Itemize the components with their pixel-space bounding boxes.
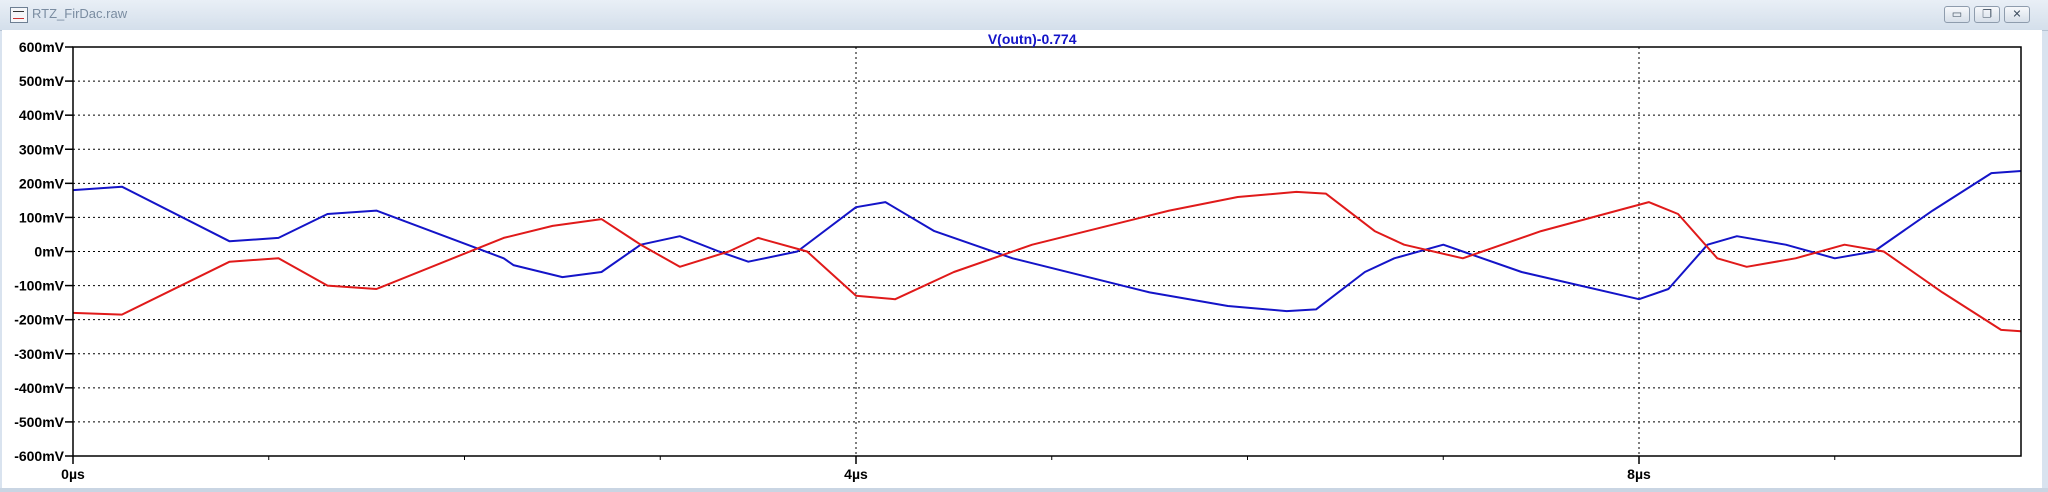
y-tick-label: -600mV — [14, 448, 64, 464]
minimize-button[interactable]: ▭ — [1944, 6, 1970, 23]
x-tick-label: 0µs — [61, 466, 85, 482]
close-icon: ✕ — [2012, 8, 2022, 20]
trace-label-outn: V(outn)-0.774 — [988, 31, 1077, 47]
x-tick-label: 8µs — [1627, 466, 1651, 482]
restore-icon: ❐ — [1982, 8, 1992, 20]
y-tick-label: -200mV — [14, 312, 64, 328]
y-tick-label: -500mV — [14, 414, 64, 430]
waveform-chart[interactable]: 600mV 500mV 400mV 300mV 200mV 100mV 0mV -100mV -… — [2, 30, 2042, 488]
title-bar[interactable]: RTZ_FirDac.raw ▭ ❐ ✕ — [0, 0, 2048, 31]
window-title: RTZ_FirDac.raw — [32, 6, 128, 21]
y-tick-label: -400mV — [14, 380, 64, 396]
close-button[interactable]: ✕ — [2004, 6, 2030, 23]
waveform-window: RTZ_FirDac.raw ▭ ❐ ✕ 600mV 500mV 400mV 300m… — [0, 0, 2048, 492]
y-tick-label: 600mV — [19, 39, 65, 55]
minimize-icon: ▭ — [1951, 8, 1963, 20]
plot-pane[interactable]: 600mV 500mV 400mV 300mV 200mV 100mV 0mV -100mV -… — [2, 30, 2042, 488]
y-tick-label: 0mV — [34, 244, 64, 260]
waveform-app-icon — [10, 7, 28, 23]
y-tick-label: -300mV — [14, 346, 64, 362]
y-tick-label: 500mV — [19, 73, 65, 89]
restore-button[interactable]: ❐ — [1974, 6, 2000, 23]
y-tick-label: 200mV — [19, 175, 65, 191]
y-tick-label: -100mV — [14, 278, 64, 294]
window-bottom-edge — [0, 488, 2048, 492]
y-tick-label: 400mV — [19, 107, 65, 123]
y-tick-label: 100mV — [19, 209, 65, 225]
y-tick-label: 300mV — [19, 141, 65, 157]
x-tick-label: 4µs — [844, 466, 868, 482]
